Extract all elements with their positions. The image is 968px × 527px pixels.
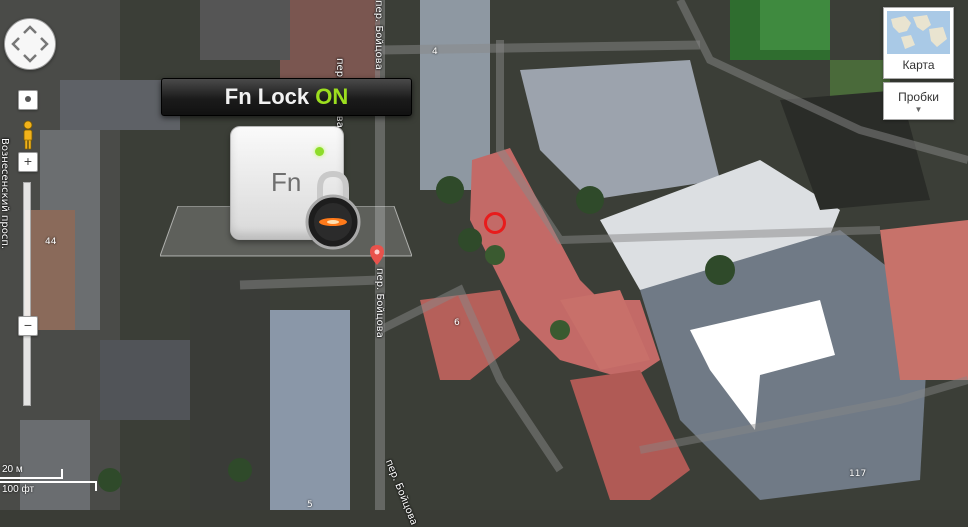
street-label-bortsov-upper: пер. Бойцова: [373, 0, 384, 70]
house-number: 5: [307, 500, 313, 510]
padlock-icon: [305, 170, 361, 250]
traffic-dropdown[interactable]: Пробки ▼: [883, 82, 954, 120]
location-marker[interactable]: [484, 212, 506, 234]
house-number: 117: [849, 469, 867, 479]
dot-icon: [25, 95, 31, 102]
scale-tick: [61, 469, 63, 479]
zoom-control: + −: [18, 90, 38, 406]
zoom-in-button[interactable]: +: [18, 152, 38, 172]
traffic-label: Пробки: [898, 90, 939, 104]
scale-imperial: 100 фт: [2, 484, 35, 495]
house-number: 6: [454, 318, 460, 328]
map-pin-icon[interactable]: [370, 245, 384, 265]
fn-lock-banner: Fn Lock ON: [161, 78, 412, 116]
map-type-button[interactable]: Карта: [883, 7, 954, 79]
street-label-bortsov-mid: пер. Бойцова: [374, 268, 385, 338]
street-label-voznesensky: Вознесенский просп.: [0, 138, 10, 250]
fn-lock-state: ON: [315, 84, 349, 109]
scale-metric: 20 м: [2, 464, 23, 475]
scale-line-imperial: [0, 481, 96, 483]
map-type-label: Карта: [902, 58, 935, 72]
fn-key-label: Fn: [271, 167, 302, 197]
scale-tick: [95, 481, 97, 491]
pan-arrows-icon: [11, 25, 49, 63]
map-thumbnail-icon: [887, 11, 950, 54]
pan-control[interactable]: [4, 18, 56, 70]
zoom-out-button[interactable]: −: [18, 316, 38, 336]
zoom-slider[interactable]: [23, 182, 31, 406]
scale-bar: 20 м 100 фт: [0, 462, 100, 496]
scale-line-metric: [0, 477, 62, 479]
fn-lock-prefix: Fn Lock: [224, 84, 316, 109]
satellite-map[interactable]: [0, 0, 968, 510]
led-indicator: [315, 147, 324, 156]
house-number: 4: [432, 47, 438, 57]
pegman-icon[interactable]: [21, 120, 35, 150]
my-location-button[interactable]: [18, 90, 38, 110]
chevron-down-icon: ▼: [914, 105, 923, 114]
house-number: 44: [45, 237, 57, 247]
